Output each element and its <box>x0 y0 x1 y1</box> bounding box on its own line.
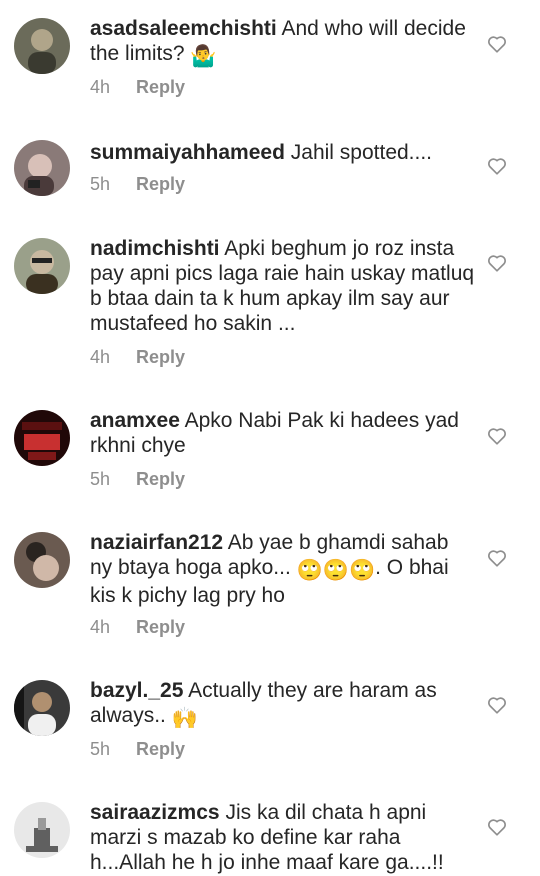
comment-username[interactable]: asadsaleemchishti <box>90 17 277 40</box>
user-photo-icon <box>14 238 70 294</box>
like-heart-icon[interactable] <box>486 252 508 274</box>
user-photo-icon <box>14 802 70 858</box>
comment-text: anamxee Apko Nabi Pak ki hadees yad rkhn… <box>90 408 475 458</box>
comment-text: nadimchishti Apki beghum jo roz insta pa… <box>90 236 475 336</box>
raised-hands-emoji: 🙌 <box>171 707 198 730</box>
comment-text: summaiyahhameed Jahil spotted.... <box>90 140 475 165</box>
comment-text: asadsaleemchishti And who will decide th… <box>90 16 475 69</box>
like-heart-icon[interactable] <box>486 816 508 838</box>
reply-button[interactable]: Reply <box>136 77 185 97</box>
eye-roll-emoji: 🙄🙄🙄 <box>296 559 376 582</box>
comment-username[interactable]: naziairfan212 <box>90 531 223 554</box>
comment-username[interactable]: summaiyahhameed <box>90 141 285 164</box>
comment-meta: 5h Reply <box>90 739 185 760</box>
comment-username[interactable]: sairaazizmcs <box>90 801 220 824</box>
comment-time: 5h <box>90 174 111 194</box>
comment-time: 5h <box>90 469 111 489</box>
reply-button[interactable]: Reply <box>136 347 185 367</box>
shrug-emoji: 🤷‍♂️ <box>190 45 217 68</box>
reply-button[interactable]: Reply <box>136 174 185 194</box>
comment-meta: 4h Reply <box>90 77 185 98</box>
comment-username[interactable]: nadimchishti <box>90 237 220 260</box>
comment-text: bazyl._25 Actually they are haram as alw… <box>90 678 475 731</box>
like-heart-icon[interactable] <box>486 425 508 447</box>
comment-time: 5h <box>90 739 111 759</box>
reply-button[interactable]: Reply <box>136 469 185 489</box>
avatar[interactable] <box>14 680 70 736</box>
like-heart-icon[interactable] <box>486 33 508 55</box>
comment-time: 4h <box>90 347 111 367</box>
like-heart-icon[interactable] <box>486 694 508 716</box>
reply-button[interactable]: Reply <box>136 739 185 759</box>
user-photo-icon <box>14 410 70 466</box>
avatar[interactable] <box>14 802 70 858</box>
user-photo-icon <box>14 532 70 588</box>
like-heart-icon[interactable] <box>486 155 508 177</box>
comment-text: sairaazizmcs Jis ka dil chata h apni mar… <box>90 800 475 875</box>
avatar[interactable] <box>14 410 70 466</box>
comment-meta: 5h Reply <box>90 469 185 490</box>
user-photo-icon <box>14 680 70 736</box>
comment-meta: 4h Reply <box>90 617 185 638</box>
comment-username[interactable]: bazyl._25 <box>90 679 183 702</box>
comment-time: 4h <box>90 617 111 637</box>
comment-time: 4h <box>90 77 111 97</box>
avatar[interactable] <box>14 140 70 196</box>
user-photo-icon <box>14 18 70 74</box>
user-photo-icon <box>14 140 70 196</box>
comment-meta: 5h Reply <box>90 174 185 195</box>
comment-text: naziairfan212 Ab yae b ghamdi sahab ny b… <box>90 530 475 608</box>
avatar[interactable] <box>14 18 70 74</box>
comment-body: Jahil spotted.... <box>290 141 433 164</box>
avatar[interactable] <box>14 532 70 588</box>
avatar[interactable] <box>14 238 70 294</box>
reply-button[interactable]: Reply <box>136 617 185 637</box>
comment-meta: 4h Reply <box>90 347 185 368</box>
comment-username[interactable]: anamxee <box>90 409 180 432</box>
like-heart-icon[interactable] <box>486 547 508 569</box>
